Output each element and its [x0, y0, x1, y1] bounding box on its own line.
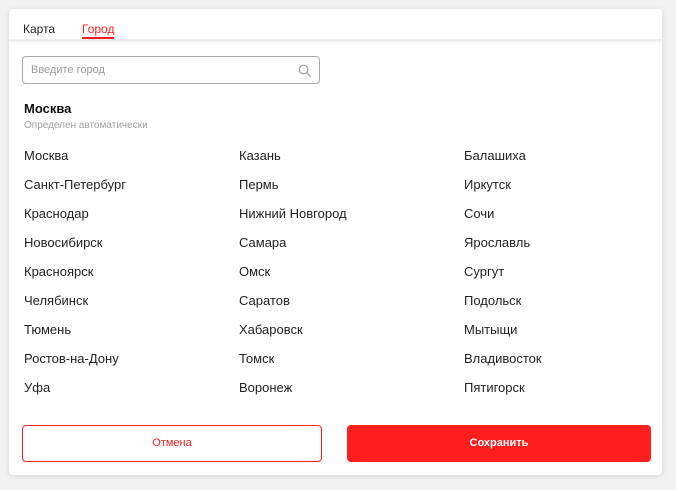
search-input[interactable] — [31, 57, 291, 83]
city-item[interactable]: Сочи — [464, 206, 542, 235]
city-item[interactable]: Воронеж — [239, 380, 347, 409]
city-item[interactable]: Мытыщи — [464, 322, 542, 351]
city-item[interactable]: Новосибирск — [24, 235, 126, 264]
city-item[interactable]: Подольск — [464, 293, 542, 322]
city-item[interactable]: Ростов-на-Дону — [24, 351, 126, 380]
city-item[interactable]: Томск — [239, 351, 347, 380]
city-item[interactable]: Ярославль — [464, 235, 542, 264]
search-box[interactable] — [22, 56, 320, 84]
city-item[interactable]: Балашиха — [464, 148, 542, 177]
current-city: Москва — [24, 101, 72, 116]
auto-detected-note: Определен автоматически — [24, 120, 148, 131]
city-item[interactable]: Челябинск — [24, 293, 126, 322]
city-item[interactable]: Уфа — [24, 380, 126, 409]
city-item[interactable]: Красноярск — [24, 264, 126, 293]
city-item[interactable]: Краснодар — [24, 206, 126, 235]
save-button[interactable]: Сохранить — [347, 425, 651, 462]
city-item[interactable]: Владивосток — [464, 351, 542, 380]
cancel-button[interactable]: Отмена — [22, 425, 322, 462]
city-item[interactable]: Москва — [24, 148, 126, 177]
search-icon[interactable] — [298, 64, 311, 77]
city-select-dialog: Карта Город Москва Определен автоматичес… — [9, 9, 662, 475]
tab-map[interactable]: Карта — [23, 22, 55, 39]
city-item[interactable]: Самара — [239, 235, 347, 264]
city-item[interactable]: Саратов — [239, 293, 347, 322]
city-item[interactable]: Нижний Новгород — [239, 206, 347, 235]
city-item[interactable]: Казань — [239, 148, 347, 177]
city-item[interactable]: Сургут — [464, 264, 542, 293]
city-item[interactable]: Пятигорск — [464, 380, 542, 409]
tab-city[interactable]: Город — [82, 22, 115, 39]
city-item[interactable]: Хабаровск — [239, 322, 347, 351]
city-item[interactable]: Омск — [239, 264, 347, 293]
city-item[interactable]: Пермь — [239, 177, 347, 206]
city-item[interactable]: Иркутск — [464, 177, 542, 206]
city-item[interactable]: Санкт-Петербург — [24, 177, 126, 206]
city-item[interactable]: Тюмень — [24, 322, 126, 351]
city-column-1: Москва Санкт-Петербург Краснодар Новосиб… — [24, 148, 126, 409]
city-column-2: Казань Пермь Нижний Новгород Самара Омск… — [239, 148, 347, 409]
tab-bar: Карта Город — [9, 9, 662, 41]
city-column-3: Балашиха Иркутск Сочи Ярославль Сургут П… — [464, 148, 542, 409]
